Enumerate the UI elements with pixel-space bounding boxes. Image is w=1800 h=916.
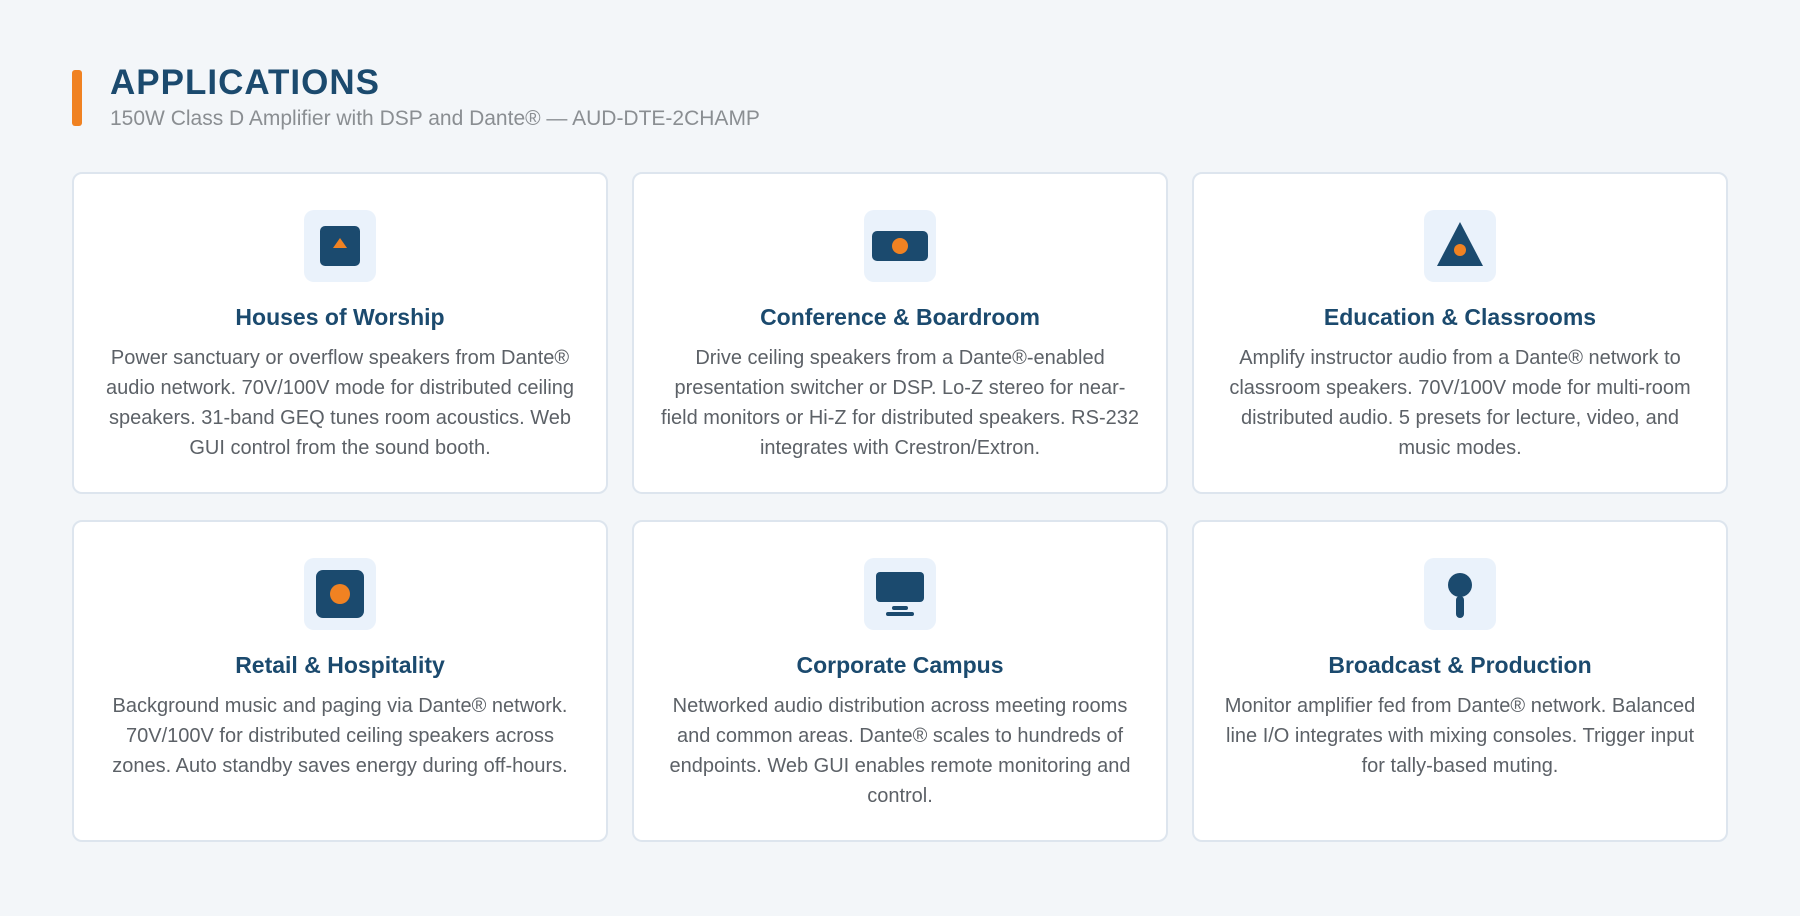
speaker-circle-icon <box>304 558 376 630</box>
soundbar-icon <box>864 210 936 282</box>
card-title: Broadcast & Production <box>1328 652 1592 678</box>
card-description: Power sanctuary or overflow speakers fro… <box>105 347 575 459</box>
accent-bar <box>72 70 82 126</box>
application-card-education: Education & Classrooms Amplify instructo… <box>1192 172 1728 494</box>
card-title: Conference & Boardroom <box>760 304 1040 330</box>
application-card-corporate: Corporate Campus Networked audio distrib… <box>632 520 1168 842</box>
card-title: Education & Classrooms <box>1323 304 1597 330</box>
microphone-icon <box>1424 558 1496 630</box>
monitor-icon <box>864 558 936 630</box>
page-title: APPLICATIONS <box>110 63 380 102</box>
card-title: Corporate Campus <box>796 652 1004 678</box>
card-title: Retail & Hospitality <box>235 652 445 678</box>
card-description: Amplify instructor audio from a Dante® n… <box>1229 347 1691 459</box>
application-card-retail: Retail & Hospitality Background music an… <box>72 520 608 842</box>
page-subtitle: 150W Class D Amplifier with DSP and Dant… <box>110 107 760 130</box>
card-description: Background music and paging via Dante® n… <box>112 695 568 777</box>
card-title: Houses of Worship <box>235 304 445 330</box>
triangle-speaker-icon <box>1424 210 1496 282</box>
speaker-triangle-icon <box>304 210 376 282</box>
card-description: Monitor amplifier fed from Dante® networ… <box>1224 695 1696 777</box>
application-card-worship: Houses of Worship Power sanctuary or ove… <box>72 172 608 494</box>
card-description: Networked audio distribution across meet… <box>669 695 1131 807</box>
application-card-conference: Conference & Boardroom Drive ceiling spe… <box>632 172 1168 494</box>
card-description: Drive ceiling speakers from a Dante®-ena… <box>661 347 1139 459</box>
application-card-broadcast: Broadcast & Production Monitor amplifier… <box>1192 520 1728 842</box>
applications-grid: Houses of Worship Power sanctuary or ove… <box>72 172 1728 842</box>
